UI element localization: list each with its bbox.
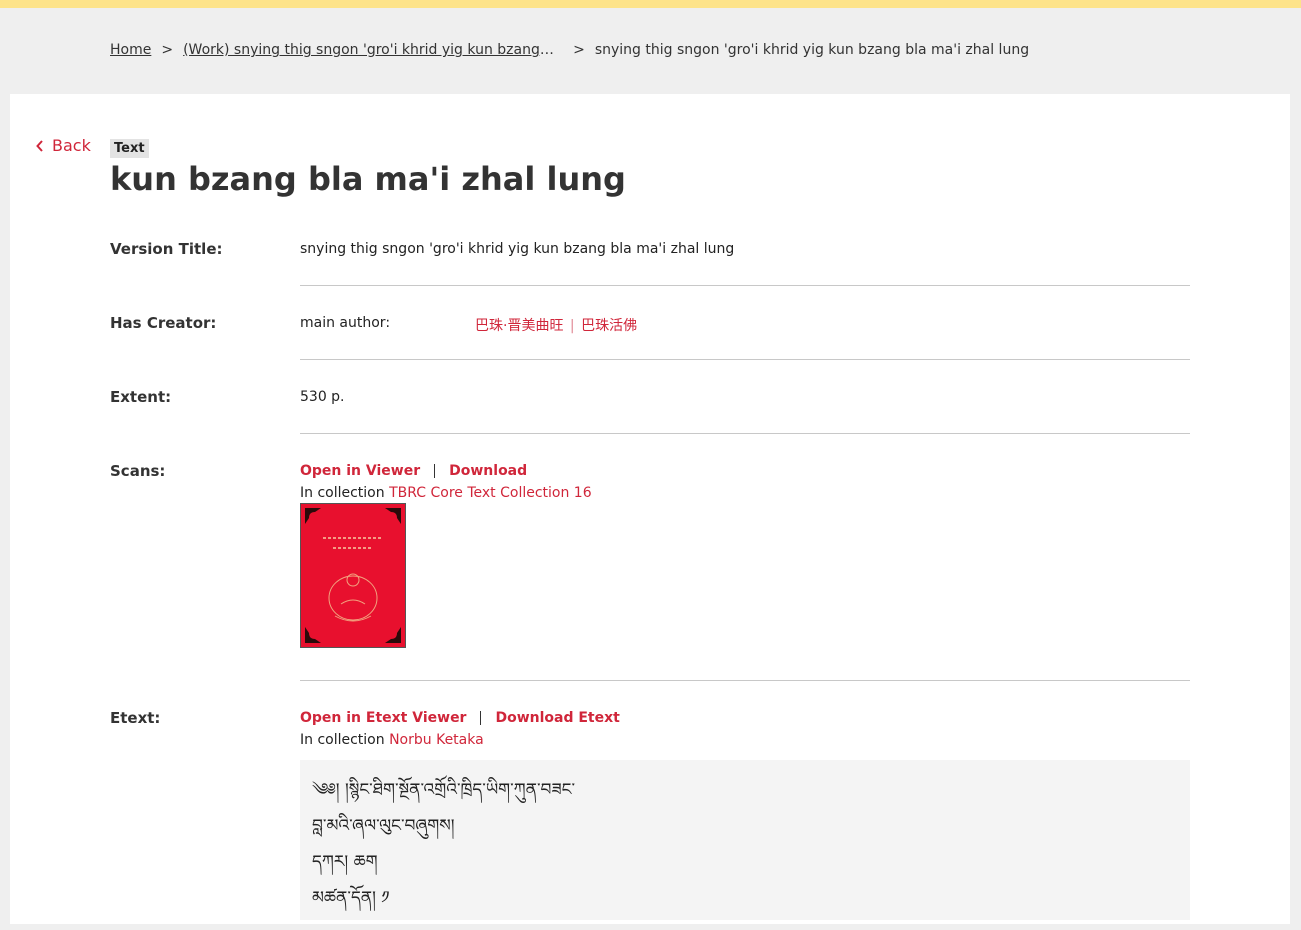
scans-collection-link[interactable]: TBRC Core Text Collection 16 (389, 485, 592, 501)
breadcrumb-current: snying thig sngon 'gro'i khrid yig kun b… (594, 42, 1030, 58)
etext-value: Open in Etext Viewer Download Etext In co… (300, 710, 1190, 930)
creator-names: 巴珠·晋美曲旺 | 巴珠活佛 (475, 315, 637, 335)
download-scans-link[interactable]: Download (449, 463, 527, 479)
book-cover-image (301, 504, 405, 647)
main-panel: Back Text kun bzang bla ma'i zhal lung V… (10, 94, 1290, 924)
creator-name-separator: | (569, 318, 575, 334)
breadcrumb-work-link[interactable]: (Work) snying thig sngon 'gro'i khrid yi… (183, 42, 555, 58)
creator-label: Has Creator: (110, 314, 217, 332)
creator-role: main author: (300, 315, 391, 331)
collection-prefix: In collection (300, 485, 385, 501)
breadcrumb-separator: > (573, 42, 585, 58)
page-title: kun bzang bla ma'i zhal lung (110, 160, 626, 198)
scans-collection: In collection TBRC Core Text Collection … (300, 485, 1190, 501)
breadcrumb-home-link[interactable]: Home (110, 42, 151, 58)
back-label: Back (52, 136, 91, 155)
type-badge: Text (110, 139, 149, 158)
etext-collection-link[interactable]: Norbu Ketaka (389, 732, 484, 748)
version-title-label: Version Title: (110, 240, 223, 258)
back-button[interactable]: Back (36, 136, 91, 155)
scan-cover-thumbnail[interactable] (300, 503, 406, 648)
breadcrumb: Home > (Work) snying thig sngon 'gro'i k… (110, 40, 1029, 60)
etext-preview: ༄༅། །སྙིང་ཐིག་སྔོན་འགྲོའི་ཁྲིད་ཡིག་ཀུན་བ… (300, 760, 1190, 920)
open-in-etext-viewer-link[interactable]: Open in Etext Viewer (300, 710, 466, 726)
collection-prefix: In collection (300, 732, 385, 748)
scans-label: Scans: (110, 462, 166, 480)
creator-name-link[interactable]: 巴珠·晋美曲旺 (475, 318, 563, 334)
extent-value: 530 p. (300, 389, 345, 405)
chevron-left-icon (36, 139, 43, 152)
extent-label: Extent: (110, 388, 172, 406)
download-etext-link[interactable]: Download Etext (495, 710, 619, 726)
etext-collection: In collection Norbu Ketaka (300, 732, 1190, 748)
action-separator (434, 464, 436, 478)
divider (300, 285, 1190, 286)
open-in-viewer-link[interactable]: Open in Viewer (300, 463, 420, 479)
divider (300, 680, 1190, 681)
divider (300, 433, 1190, 434)
scans-value: Open in Viewer Download In collection TBR… (300, 463, 1190, 653)
scans-actions: Open in Viewer Download (300, 463, 1190, 479)
breadcrumb-separator: > (161, 42, 174, 58)
creator-value: main author: 巴珠·晋美曲旺 | 巴珠活佛 (300, 315, 1190, 334)
etext-actions: Open in Etext Viewer Download Etext (300, 710, 1190, 726)
divider (300, 359, 1190, 360)
creator-name-alt-link[interactable]: 巴珠活佛 (581, 318, 637, 334)
version-title-value: snying thig sngon 'gro'i khrid yig kun b… (300, 241, 735, 257)
etext-line: མཚན་དོན། ༡ (312, 888, 390, 908)
action-separator (480, 711, 482, 725)
etext-label: Etext: (110, 709, 161, 727)
top-accent-bar (0, 0, 1301, 8)
